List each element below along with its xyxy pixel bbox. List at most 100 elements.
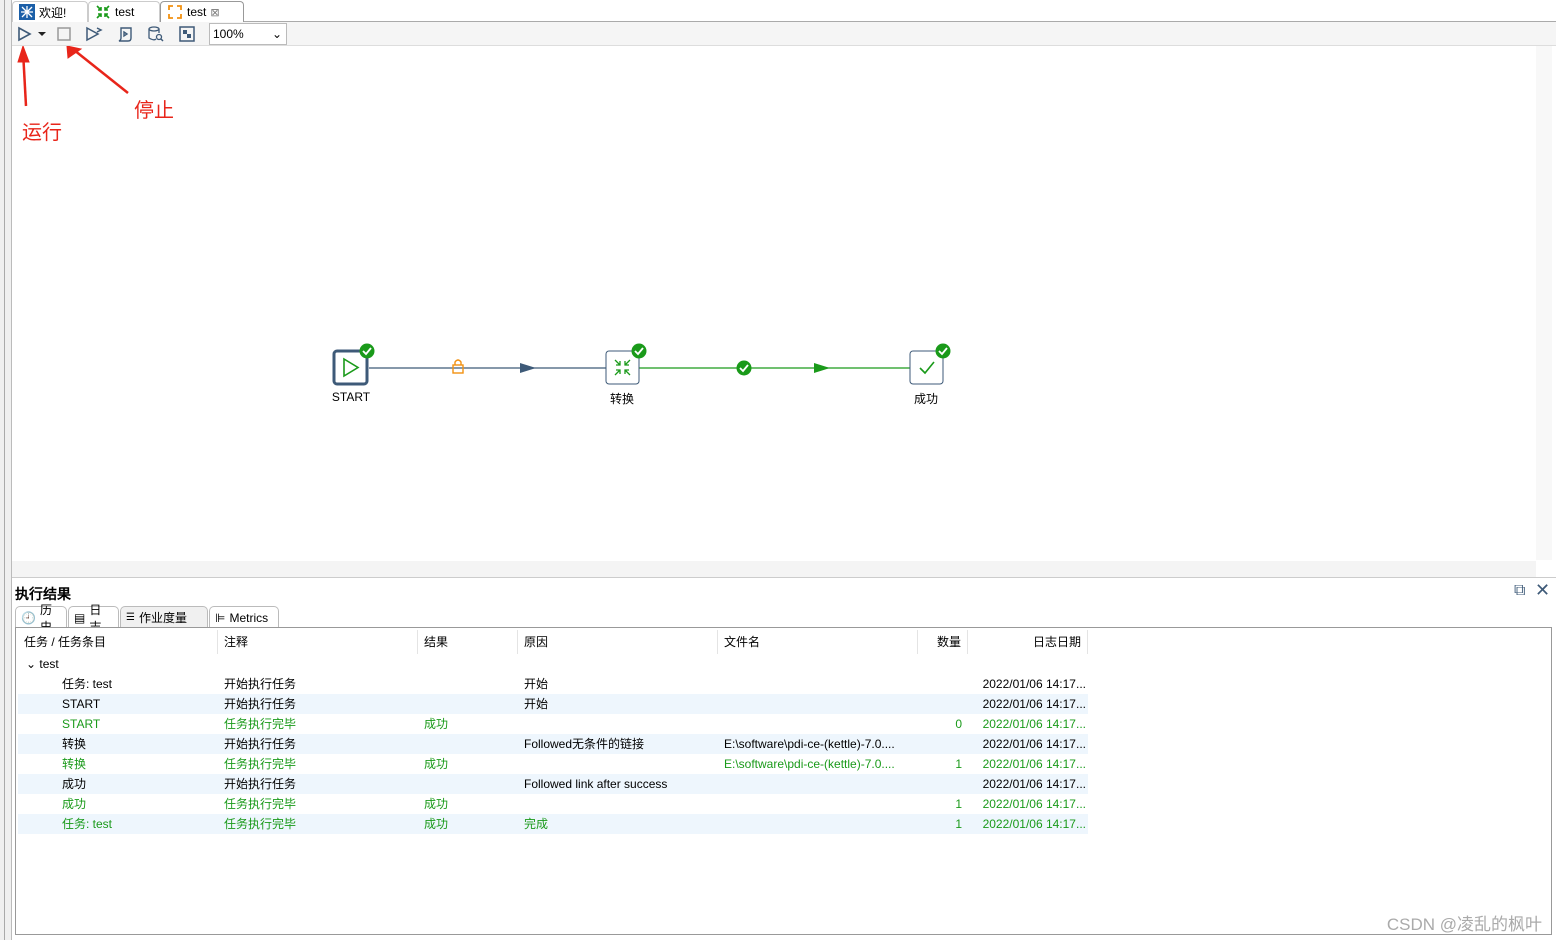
table-cell [918,694,968,714]
table-cell: 开始 [524,697,549,711]
table-cell [418,774,518,794]
column-header[interactable]: 日志日期 [968,630,1088,654]
verify-button[interactable] [115,25,135,43]
tab-welcome[interactable]: 欢迎! [12,1,88,22]
table-cell: 0 [955,717,962,731]
table-row[interactable]: 转换 开始执行任务 Followed无条件的链接 E:\software\pdi-ce… [18,734,1088,754]
table-cell: START [62,697,101,711]
table-header: 任务 / 任务条目 注释 结果 原因 文件名 数量 日志日期 [18,630,1088,654]
job-canvas[interactable]: START 转换 成功 运行 停止 [12,46,1556,578]
document-icon: ▤ [74,610,86,625]
tab-transformation-test[interactable]: test [88,1,160,22]
left-edge [0,0,12,940]
zoom-select[interactable]: 100% ⌄ [209,23,287,45]
table-cell [518,714,718,734]
table-cell [418,674,518,694]
annotation-stop: 停止 [134,100,174,122]
chevron-down-icon: ⌄ [271,27,282,41]
table-cell [518,754,718,774]
annotation-arrows [17,46,129,107]
column-header[interactable]: 原因 [518,630,718,654]
table-cell: START [62,717,101,731]
gantt-icon: ⊫ [215,610,226,625]
tab-metrics[interactable]: ⊫ Metrics [209,606,279,628]
hop-arrow [520,363,536,373]
editor-tabs: 欢迎! test test ⊠ [12,0,1556,22]
column-header[interactable]: 文件名 [718,630,918,654]
table-row[interactable]: 成功 任务执行完毕 成功 1 2022/01/06 14:17... [18,794,1088,814]
table-cell: 任务执行完毕 [224,797,297,811]
table-cell [418,694,518,714]
table-row[interactable]: 转换 任务执行完毕 成功 E:\software\pdi-ce-(kettle)-7.… [18,754,1088,774]
hop-arrow [814,363,830,373]
stop-icon [57,27,71,41]
table-cell: 任务执行完毕 [224,717,297,731]
annotation-run: 运行 [22,122,62,144]
replay-icon [86,26,103,42]
horizontal-scrollbar[interactable] [12,561,1536,577]
close-icon[interactable]: ⊠ [210,6,219,19]
table-cell: 成功 [424,797,449,811]
vertical-scrollbar[interactable] [1536,46,1552,560]
table-cell: 开始执行任务 [224,677,297,691]
grid-icon [179,26,195,42]
zoom-value: 100% [213,27,244,41]
table-cell: 成功 [424,817,449,831]
close-icon[interactable]: ✕ [1535,580,1550,601]
table-cell [718,774,918,794]
table-cell [718,694,918,714]
status-check-icon [935,343,951,359]
table-cell: 开始执行任务 [224,777,297,791]
table-cell: 转换 [62,737,87,751]
exploring-button[interactable] [177,25,197,43]
table-cell: 2022/01/06 14:17... [982,777,1086,791]
results-table: 任务 / 任务条目 注释 结果 原因 文件名 数量 日志日期 ⌄ test 任务… [15,627,1552,935]
node-label-start: START [331,390,371,404]
run-button[interactable] [14,25,34,43]
maximize-icon[interactable]: ⧉ [1514,582,1525,600]
tab-job-metrics[interactable]: ☰ 作业度量 [120,606,208,628]
column-header[interactable]: 任务 / 任务条目 [18,630,218,654]
stop-button[interactable] [54,25,74,43]
tab-job-test[interactable]: test ⊠ [160,1,244,22]
replay-button[interactable] [84,25,104,43]
database-search-icon [148,26,164,42]
node-label-transform: 转换 [609,392,634,406]
chevron-down-icon[interactable]: ⌄ [26,657,36,671]
job-icon [167,4,183,20]
clock-icon: 🕘 [21,610,36,625]
table-row[interactable]: 任务: test 任务执行完毕 成功 完成 1 2022/01/06 14:17... [18,814,1088,834]
table-row[interactable]: START 任务执行完毕 成功 0 2022/01/06 14:17... [18,714,1088,734]
table-cell: 任务: test [62,817,113,831]
lock-icon [452,359,464,374]
table-cell: 成功 [424,717,449,731]
table-cell: 转换 [62,757,87,771]
table-cell [718,714,918,734]
numbered-list-icon: ☰ [126,612,135,623]
table-cell: 2022/01/06 14:17... [982,797,1086,811]
tab-log[interactable]: ▤日志 [68,603,119,634]
tab-label: 欢迎! [39,5,67,20]
table-cell: 完成 [524,817,549,831]
tab-label: 作业度量 [138,611,187,625]
node-label-success: 成功 [913,392,938,406]
table-cell: Followed link after success [524,777,668,791]
spoon-icon [19,4,35,20]
column-header[interactable]: 数量 [918,630,968,654]
run-options-dropdown[interactable] [36,25,48,43]
column-header[interactable]: 结果 [418,630,518,654]
table-cell: 成功 [62,777,87,791]
sql-button[interactable] [146,25,166,43]
table-cell: 2022/01/06 14:17... [982,717,1086,731]
table-cell: 1 [955,817,962,831]
table-cell: 2022/01/06 14:17... [982,677,1086,691]
table-row[interactable]: START 开始执行任务 开始 2022/01/06 14:17... [18,694,1088,714]
table-row[interactable]: 任务: test 开始执行任务 开始 2022/01/06 14:17... [18,674,1088,694]
tab-history[interactable]: 🕘历史 [15,603,67,634]
success-hop-icon [736,360,752,376]
table-row[interactable]: 成功 开始执行任务 Followed link after success 2022/… [18,774,1088,794]
tree-group-row[interactable]: ⌄ test [18,654,1088,674]
tab-label: Metrics [229,610,269,625]
column-header[interactable]: 注释 [218,630,418,654]
table-cell: 1 [955,757,962,771]
